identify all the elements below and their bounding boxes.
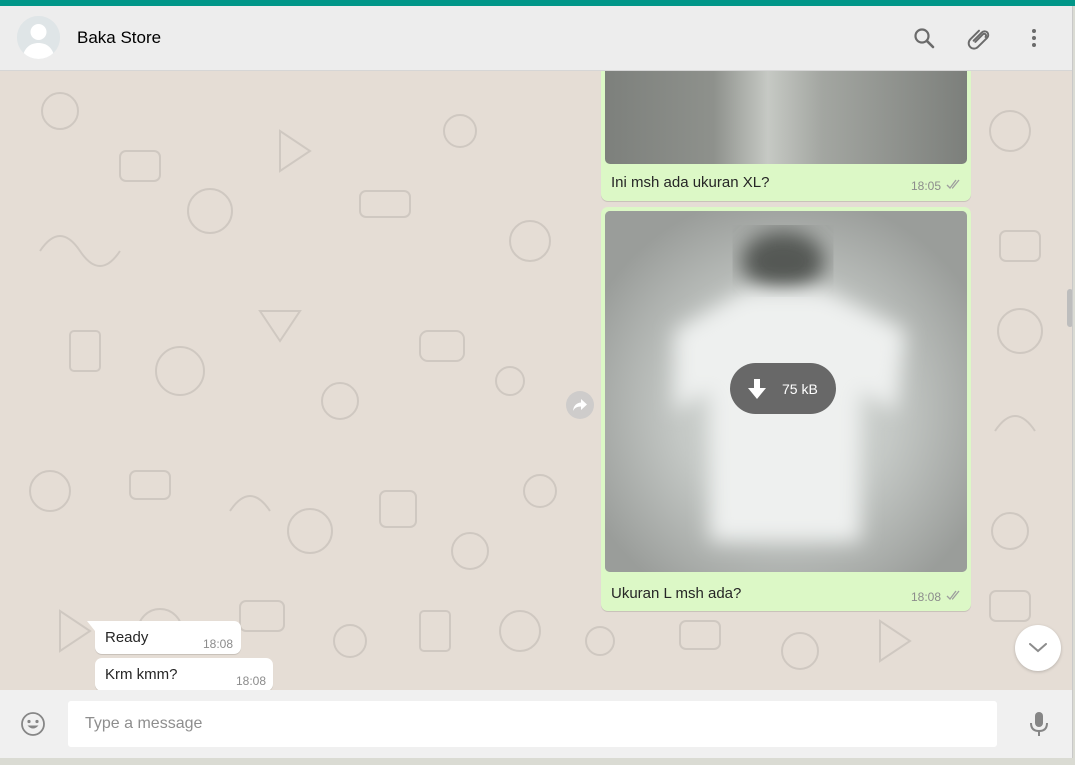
message-time: 18:08	[203, 637, 234, 651]
read-receipt-icon	[946, 179, 960, 189]
forward-button[interactable]	[566, 391, 594, 419]
message-bubble-outgoing[interactable]: Ini msh ada ukuran XL? 18:05	[601, 71, 971, 201]
chat-panel: Baka Store Ini msh ada ukuran XL? 18:05 …	[0, 6, 1073, 758]
download-size: 75 kB	[782, 380, 818, 397]
contact-name[interactable]: Baka Store	[77, 28, 161, 48]
message-bubble-incoming[interactable]: Krm kmm? 18:08	[95, 658, 273, 690]
message-input-container[interactable]	[68, 701, 997, 747]
message-caption: Ini msh ada ukuran XL?	[611, 174, 770, 191]
microphone-icon[interactable]	[1027, 710, 1051, 738]
avatar[interactable]	[17, 16, 60, 59]
message-text: Krm kmm?	[105, 666, 178, 683]
message-input[interactable]	[69, 702, 996, 746]
message-bubble-outgoing[interactable]: 75 kB Ukuran L msh ada? 18:08	[601, 207, 971, 611]
scrollbar-thumb[interactable]	[1067, 289, 1072, 327]
menu-icon[interactable]	[1021, 25, 1047, 51]
download-button[interactable]: 75 kB	[730, 363, 836, 414]
emoji-icon[interactable]	[20, 711, 46, 737]
chevron-down-icon	[1029, 643, 1047, 653]
message-text: Ready	[105, 629, 149, 646]
forward-icon	[573, 399, 587, 411]
attach-icon[interactable]	[966, 25, 992, 51]
download-arrow-icon	[746, 378, 768, 400]
chat-header[interactable]: Baka Store	[0, 6, 1072, 71]
search-icon[interactable]	[911, 25, 937, 51]
message-composer	[0, 690, 1072, 758]
bubble-tail	[87, 621, 95, 631]
whatsapp-web-window: Baka Store Ini msh ada ukuran XL? 18:05 …	[0, 0, 1075, 765]
message-time: 18:08	[911, 590, 942, 604]
window-bottom-edge	[0, 758, 1075, 765]
message-list[interactable]: Ini msh ada ukuran XL? 18:05 75 kB Ukura…	[0, 71, 1072, 690]
read-receipt-icon	[946, 590, 960, 600]
message-caption: Ukuran L msh ada?	[611, 585, 742, 602]
image-thumbnail[interactable]	[605, 71, 967, 164]
blurred-image	[605, 71, 967, 164]
scroll-to-bottom-button[interactable]	[1015, 625, 1061, 671]
default-avatar-icon	[17, 16, 60, 59]
message-time: 18:08	[236, 674, 267, 688]
message-time: 18:05	[911, 179, 942, 193]
message-bubble-incoming[interactable]: Ready 18:08	[87, 621, 241, 654]
